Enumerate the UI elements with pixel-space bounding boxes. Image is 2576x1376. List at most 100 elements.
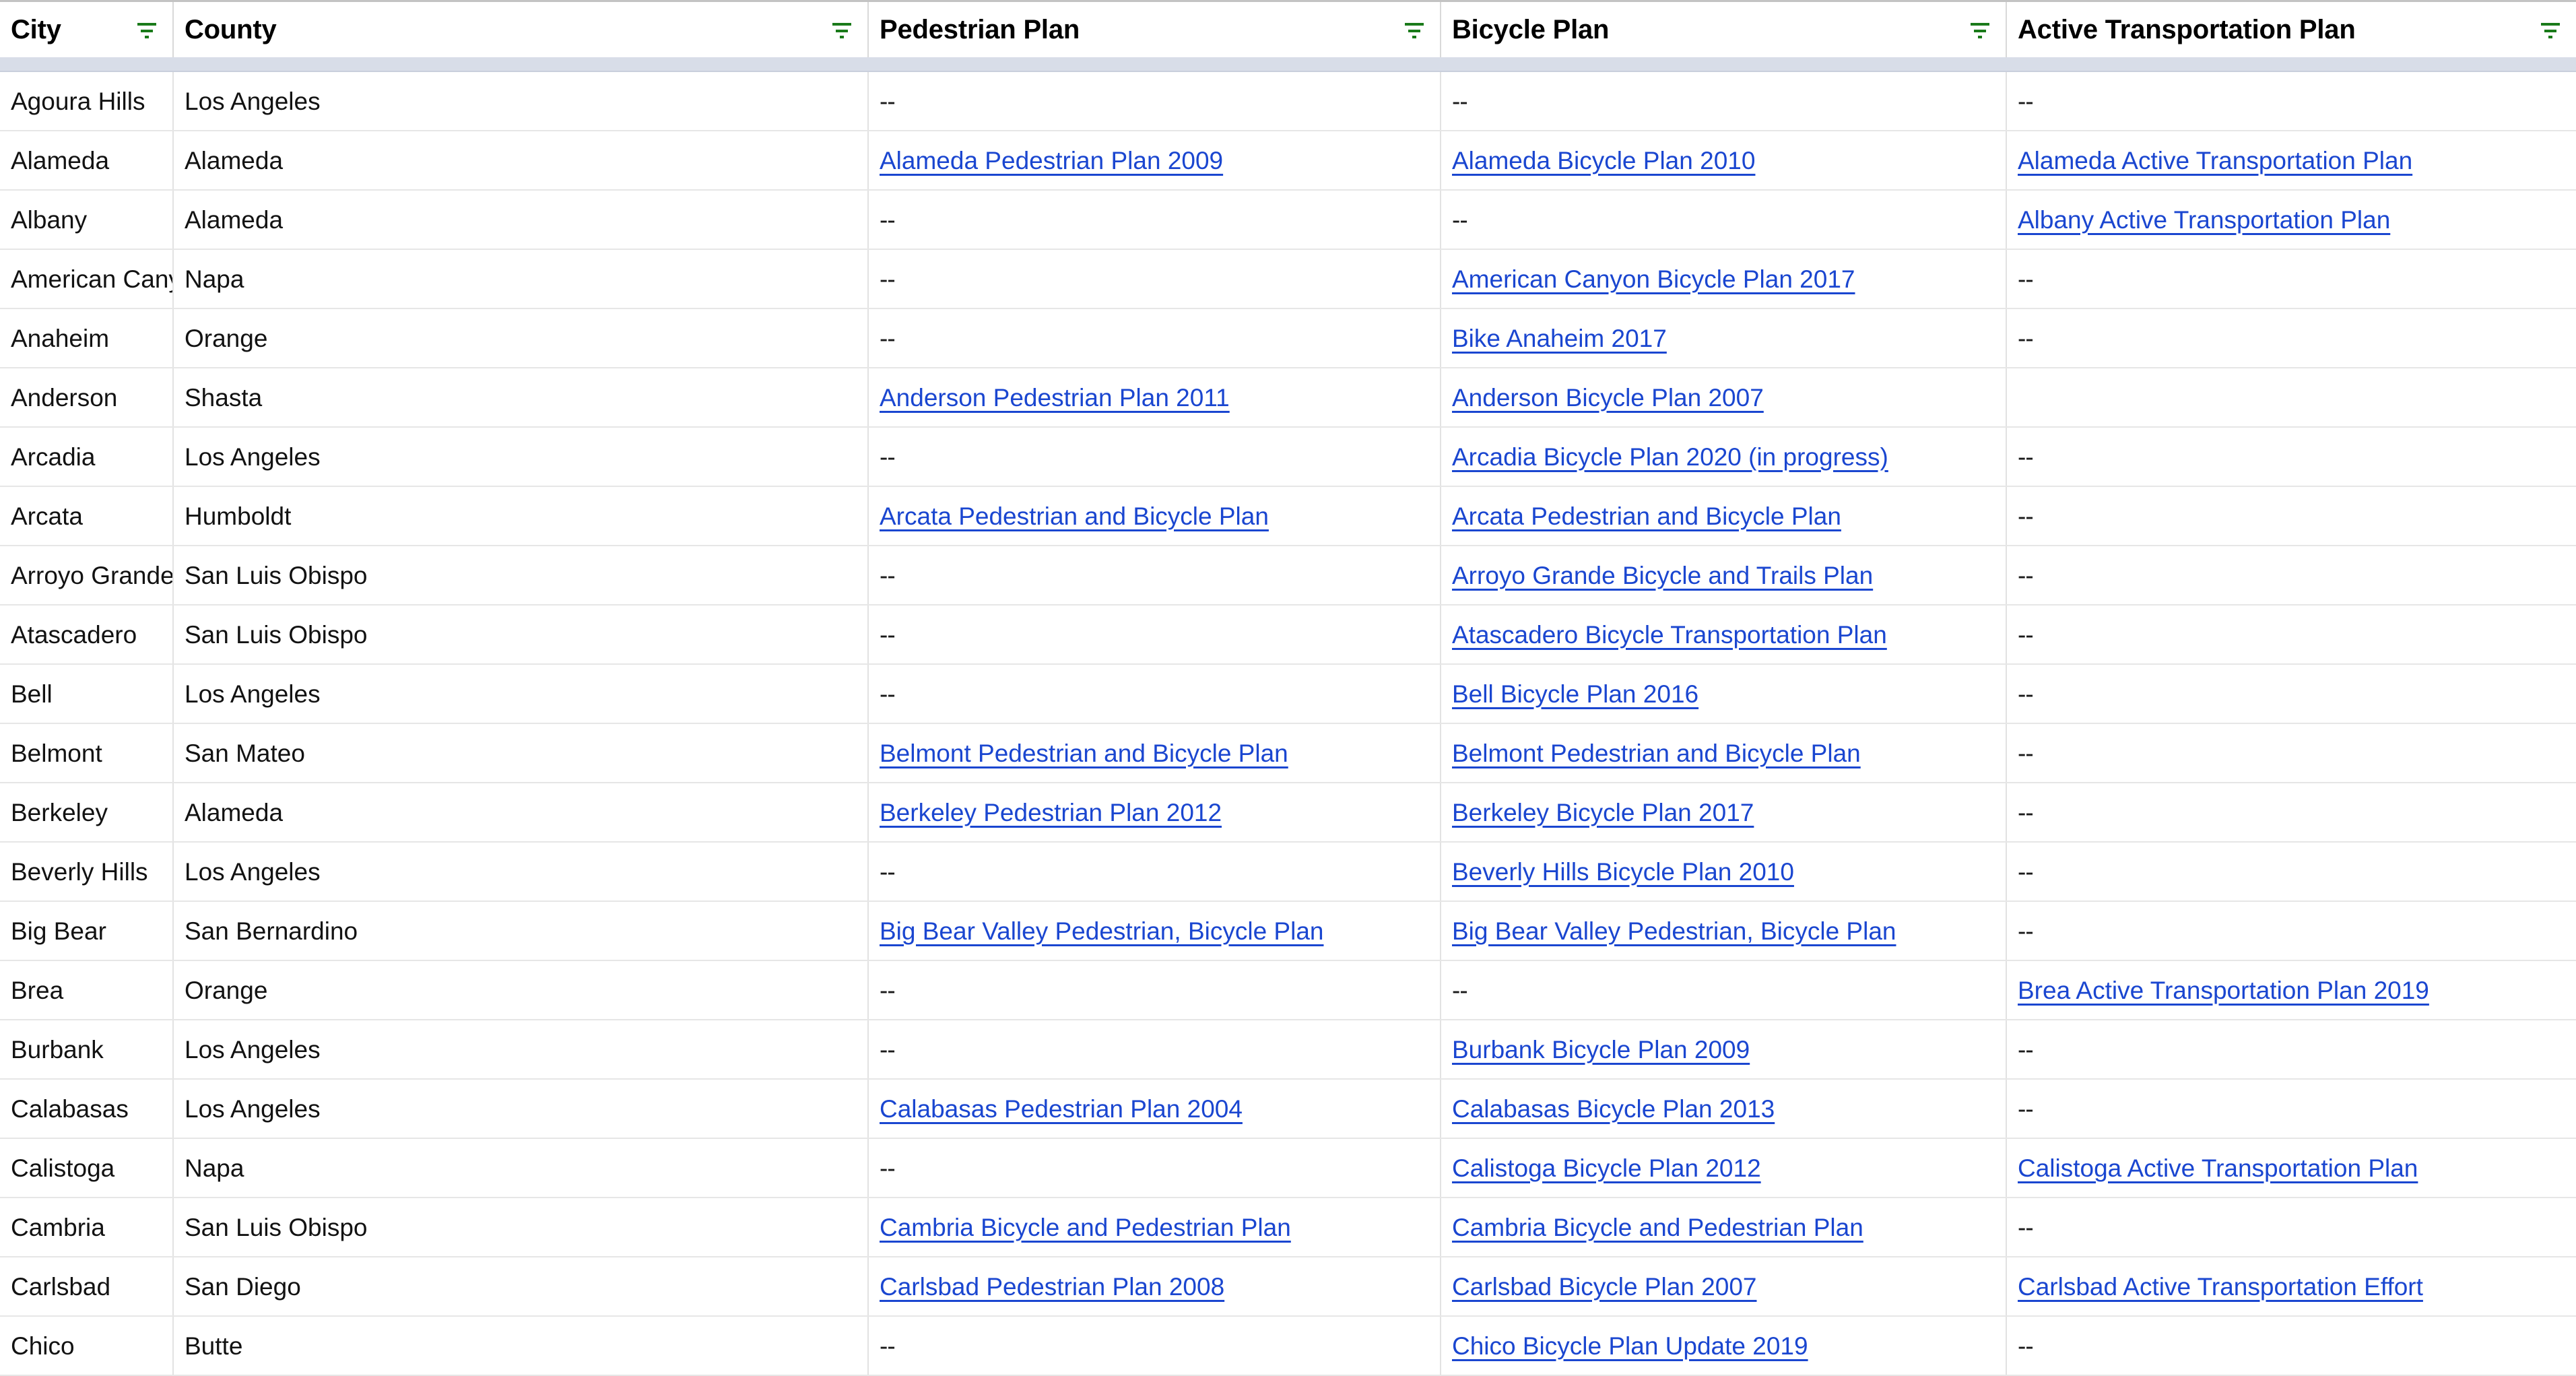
plan-link[interactable]: Arcata Pedestrian and Bicycle Plan: [880, 504, 1269, 529]
column-header-pedestrian-plan[interactable]: Pedestrian Plan: [869, 2, 1441, 57]
plan-link[interactable]: Big Bear Valley Pedestrian, Bicycle Plan: [880, 919, 1323, 944]
plan-link[interactable]: Arroyo Grande Bicycle and Trails Plan: [1452, 563, 1873, 588]
cell-pedestrian-plan: --: [869, 1317, 1441, 1375]
plan-link[interactable]: Alameda Pedestrian Plan 2009: [880, 148, 1223, 173]
plan-link[interactable]: Calabasas Pedestrian Plan 2004: [880, 1096, 1243, 1121]
empty-value-marker: --: [880, 443, 896, 471]
city-name: Arroyo Grande: [11, 561, 174, 589]
cell-bicycle-plan: Burbank Bicycle Plan 2009: [1441, 1020, 2007, 1078]
cell-city: Calabasas: [0, 1080, 174, 1138]
cell-city: Alameda: [0, 131, 174, 189]
empty-value-marker: --: [2018, 324, 2034, 352]
cell-active-transportation-plan: --: [2007, 1198, 2576, 1256]
plan-link[interactable]: Albany Active Transportation Plan: [2018, 207, 2390, 232]
cell-county: Shasta: [174, 368, 869, 426]
plan-link[interactable]: Calistoga Active Transportation Plan: [2018, 1156, 2418, 1181]
plan-link[interactable]: Carlsbad Bicycle Plan 2007: [1452, 1274, 1756, 1299]
cell-city: Arcata: [0, 487, 174, 545]
filter-icon[interactable]: [133, 16, 160, 43]
filter-icon[interactable]: [2537, 16, 2564, 43]
cell-bicycle-plan: Arroyo Grande Bicycle and Trails Plan: [1441, 546, 2007, 604]
column-header-active-transportation-plan[interactable]: Active Transportation Plan: [2007, 2, 2576, 57]
column-header-county[interactable]: County: [174, 2, 869, 57]
empty-value-marker: --: [2018, 443, 2034, 471]
cell-active-transportation-plan: --: [2007, 1020, 2576, 1078]
table-row: Agoura Hills Los Angeles -- -- --: [0, 72, 2576, 131]
plan-link[interactable]: Alameda Active Transportation Plan: [2018, 148, 2412, 173]
city-name: Bell: [11, 680, 53, 708]
column-header-city[interactable]: City: [0, 2, 174, 57]
cell-pedestrian-plan: --: [869, 961, 1441, 1019]
empty-value-marker: --: [2018, 1213, 2034, 1241]
empty-value-marker: --: [2018, 917, 2034, 945]
filter-icon[interactable]: [828, 16, 855, 43]
plan-link[interactable]: Carlsbad Active Transportation Effort: [2018, 1274, 2423, 1299]
plan-link[interactable]: Anderson Bicycle Plan 2007: [1452, 385, 1764, 410]
cell-city: Albany: [0, 191, 174, 249]
filter-icon[interactable]: [1401, 16, 1428, 43]
plan-link[interactable]: Calistoga Bicycle Plan 2012: [1452, 1156, 1761, 1181]
county-name: Humboldt: [185, 502, 292, 530]
plan-link[interactable]: Belmont Pedestrian and Bicycle Plan: [1452, 741, 1861, 766]
cell-active-transportation-plan: Albany Active Transportation Plan: [2007, 191, 2576, 249]
plan-link[interactable]: American Canyon Bicycle Plan 2017: [1452, 267, 1855, 292]
empty-value-marker: --: [880, 620, 896, 649]
empty-value-marker: --: [880, 561, 896, 589]
cell-active-transportation-plan: --: [2007, 72, 2576, 130]
plan-link[interactable]: Arcata Pedestrian and Bicycle Plan: [1452, 504, 1841, 529]
cell-active-transportation-plan: --: [2007, 1317, 2576, 1375]
column-header-label-city: City: [11, 14, 61, 44]
plan-link[interactable]: Alameda Bicycle Plan 2010: [1452, 148, 1755, 173]
empty-value-marker: --: [880, 1154, 896, 1182]
cell-active-transportation-plan: --: [2007, 724, 2576, 782]
cell-city: Anderson: [0, 368, 174, 426]
column-header-bicycle-plan[interactable]: Bicycle Plan: [1441, 2, 2007, 57]
cell-pedestrian-plan: --: [869, 665, 1441, 723]
plan-link[interactable]: Beverly Hills Bicycle Plan 2010: [1452, 859, 1794, 884]
city-name: Calabasas: [11, 1094, 129, 1123]
plan-link[interactable]: Berkeley Bicycle Plan 2017: [1452, 800, 1754, 825]
plan-link[interactable]: Bell Bicycle Plan 2016: [1452, 682, 1698, 707]
table-row: Arcata Humboldt Arcata Pedestrian and Bicy…: [0, 487, 2576, 546]
table-row: Brea Orange -- -- Brea Active Transportation…: [0, 961, 2576, 1020]
plan-link[interactable]: Atascadero Bicycle Transportation Plan: [1452, 622, 1887, 647]
plan-link[interactable]: Anderson Pedestrian Plan 2011: [880, 385, 1230, 410]
plan-link[interactable]: Cambria Bicycle and Pedestrian Plan: [1452, 1215, 1863, 1240]
filter-icon[interactable]: [1967, 16, 1993, 43]
cell-pedestrian-plan: Carlsbad Pedestrian Plan 2008: [869, 1257, 1441, 1315]
plan-link[interactable]: Belmont Pedestrian and Bicycle Plan: [880, 741, 1288, 766]
table-body: Agoura Hills Los Angeles -- -- -- Alameda Alam…: [0, 72, 2576, 1376]
cell-bicycle-plan: Bike Anaheim 2017: [1441, 309, 2007, 367]
cell-bicycle-plan: --: [1441, 961, 2007, 1019]
plan-link[interactable]: Bike Anaheim 2017: [1452, 326, 1667, 351]
empty-value-marker: --: [2018, 1035, 2034, 1063]
empty-value-marker: --: [2018, 620, 2034, 649]
county-name: Alameda: [185, 205, 284, 234]
cell-active-transportation-plan: --: [2007, 250, 2576, 308]
plan-link[interactable]: Berkeley Pedestrian Plan 2012: [880, 800, 1222, 825]
plan-link[interactable]: Big Bear Valley Pedestrian, Bicycle Plan: [1452, 919, 1896, 944]
cell-pedestrian-plan: --: [869, 1139, 1441, 1197]
empty-value-marker: --: [2018, 265, 2034, 293]
cell-county: Los Angeles: [174, 665, 869, 723]
cell-pedestrian-plan: --: [869, 605, 1441, 663]
cell-active-transportation-plan: --: [2007, 487, 2576, 545]
plan-link[interactable]: Cambria Bicycle and Pedestrian Plan: [880, 1215, 1291, 1240]
empty-value-marker: --: [2018, 857, 2034, 886]
cell-active-transportation-plan: --: [2007, 428, 2576, 486]
plan-link[interactable]: Calabasas Bicycle Plan 2013: [1452, 1096, 1775, 1121]
cell-pedestrian-plan: --: [869, 309, 1441, 367]
cell-county: Butte: [174, 1317, 869, 1375]
table-row: Alameda Alameda Alameda Pedestrian Plan 20…: [0, 131, 2576, 191]
city-name: Arcata: [11, 502, 83, 530]
county-name: Shasta: [185, 383, 263, 412]
county-name: Alameda: [185, 798, 284, 826]
city-name: Berkeley: [11, 798, 108, 826]
plan-link[interactable]: Brea Active Transportation Plan 2019: [2018, 978, 2429, 1003]
empty-value-marker: --: [2018, 561, 2034, 589]
plan-link[interactable]: Arcadia Bicycle Plan 2020 (in progress): [1452, 445, 1888, 469]
plan-link[interactable]: Chico Bicycle Plan Update 2019: [1452, 1334, 1808, 1358]
plan-link[interactable]: Carlsbad Pedestrian Plan 2008: [880, 1274, 1224, 1299]
plan-link[interactable]: Burbank Bicycle Plan 2009: [1452, 1037, 1750, 1062]
county-name: Los Angeles: [185, 443, 321, 471]
